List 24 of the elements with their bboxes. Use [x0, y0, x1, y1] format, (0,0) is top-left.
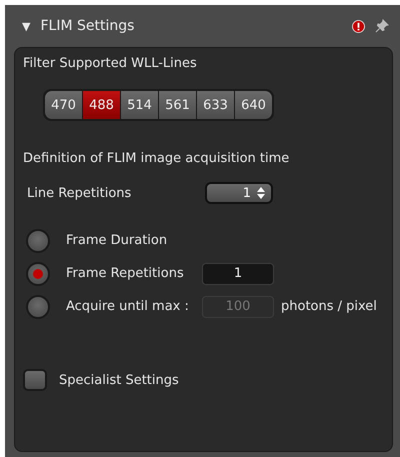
section-title: Filter Supported WLL-Lines	[23, 56, 198, 71]
option-label: Acquire until max :	[66, 299, 190, 314]
radio-button[interactable]	[26, 228, 50, 252]
wavelength-button[interactable]: 488	[83, 91, 120, 119]
option-label: Frame Duration	[66, 233, 168, 248]
checkbox-label: Specialist Settings	[59, 372, 179, 388]
wavelength-button[interactable]: 470	[45, 91, 82, 119]
spin-box[interactable]: 1	[205, 182, 273, 204]
wavelength-button[interactable]: 514	[121, 91, 158, 119]
unit-label: photons / pixel	[281, 299, 377, 314]
checkbox[interactable]	[23, 369, 47, 391]
warning-icon	[352, 20, 365, 32]
section-title: Definition of FLIM image acquisition time	[23, 151, 290, 166]
up-down-arrows-icon	[257, 187, 265, 199]
field-label: Line Repetitions	[27, 186, 132, 200]
wavelength-button[interactable]: 640	[235, 91, 272, 119]
panel-title: FLIM Settings	[40, 18, 136, 34]
radio-button[interactable]	[26, 262, 50, 286]
wavelength-button[interactable]: 561	[159, 91, 196, 119]
wavelength-button[interactable]: 633	[197, 91, 234, 119]
pin-icon[interactable]	[375, 19, 389, 33]
collapse-toggle[interactable]: ▼	[22, 20, 30, 32]
input-field[interactable]: 1	[202, 262, 274, 284]
option-label: Frame Repetitions	[66, 266, 185, 281]
